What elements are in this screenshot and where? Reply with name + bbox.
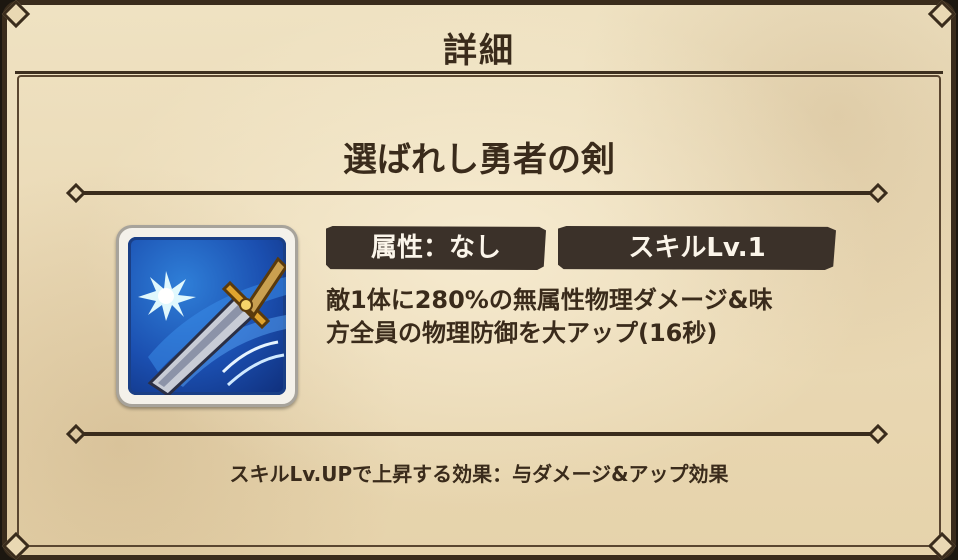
description-line: 敵1体に280%の無属性物理ダメージ&味: [326, 286, 773, 314]
description-line: 方全員の物理防御を大アップ(16秒): [326, 319, 718, 347]
attribute-tag: 属性：なし: [326, 226, 546, 270]
sword-icon: [128, 237, 286, 395]
header-bar: 詳細: [15, 11, 943, 74]
skill-level-tag: スキルLv.1: [558, 226, 836, 270]
levelup-effect-text: スキルLv.UPで上昇する効果：与ダメージ&アップ効果: [229, 462, 729, 486]
skill-description: 敵1体に280%の無属性物理ダメージ&味 方全員の物理防御を大アップ(16秒): [326, 284, 866, 350]
ornate-divider: [66, 183, 888, 203]
skill-icon-frame[interactable]: [116, 225, 298, 407]
skill-name: 選ばれし勇者の剣: [343, 140, 615, 180]
ornate-divider: [66, 424, 888, 444]
panel-title: 詳細: [443, 31, 515, 71]
